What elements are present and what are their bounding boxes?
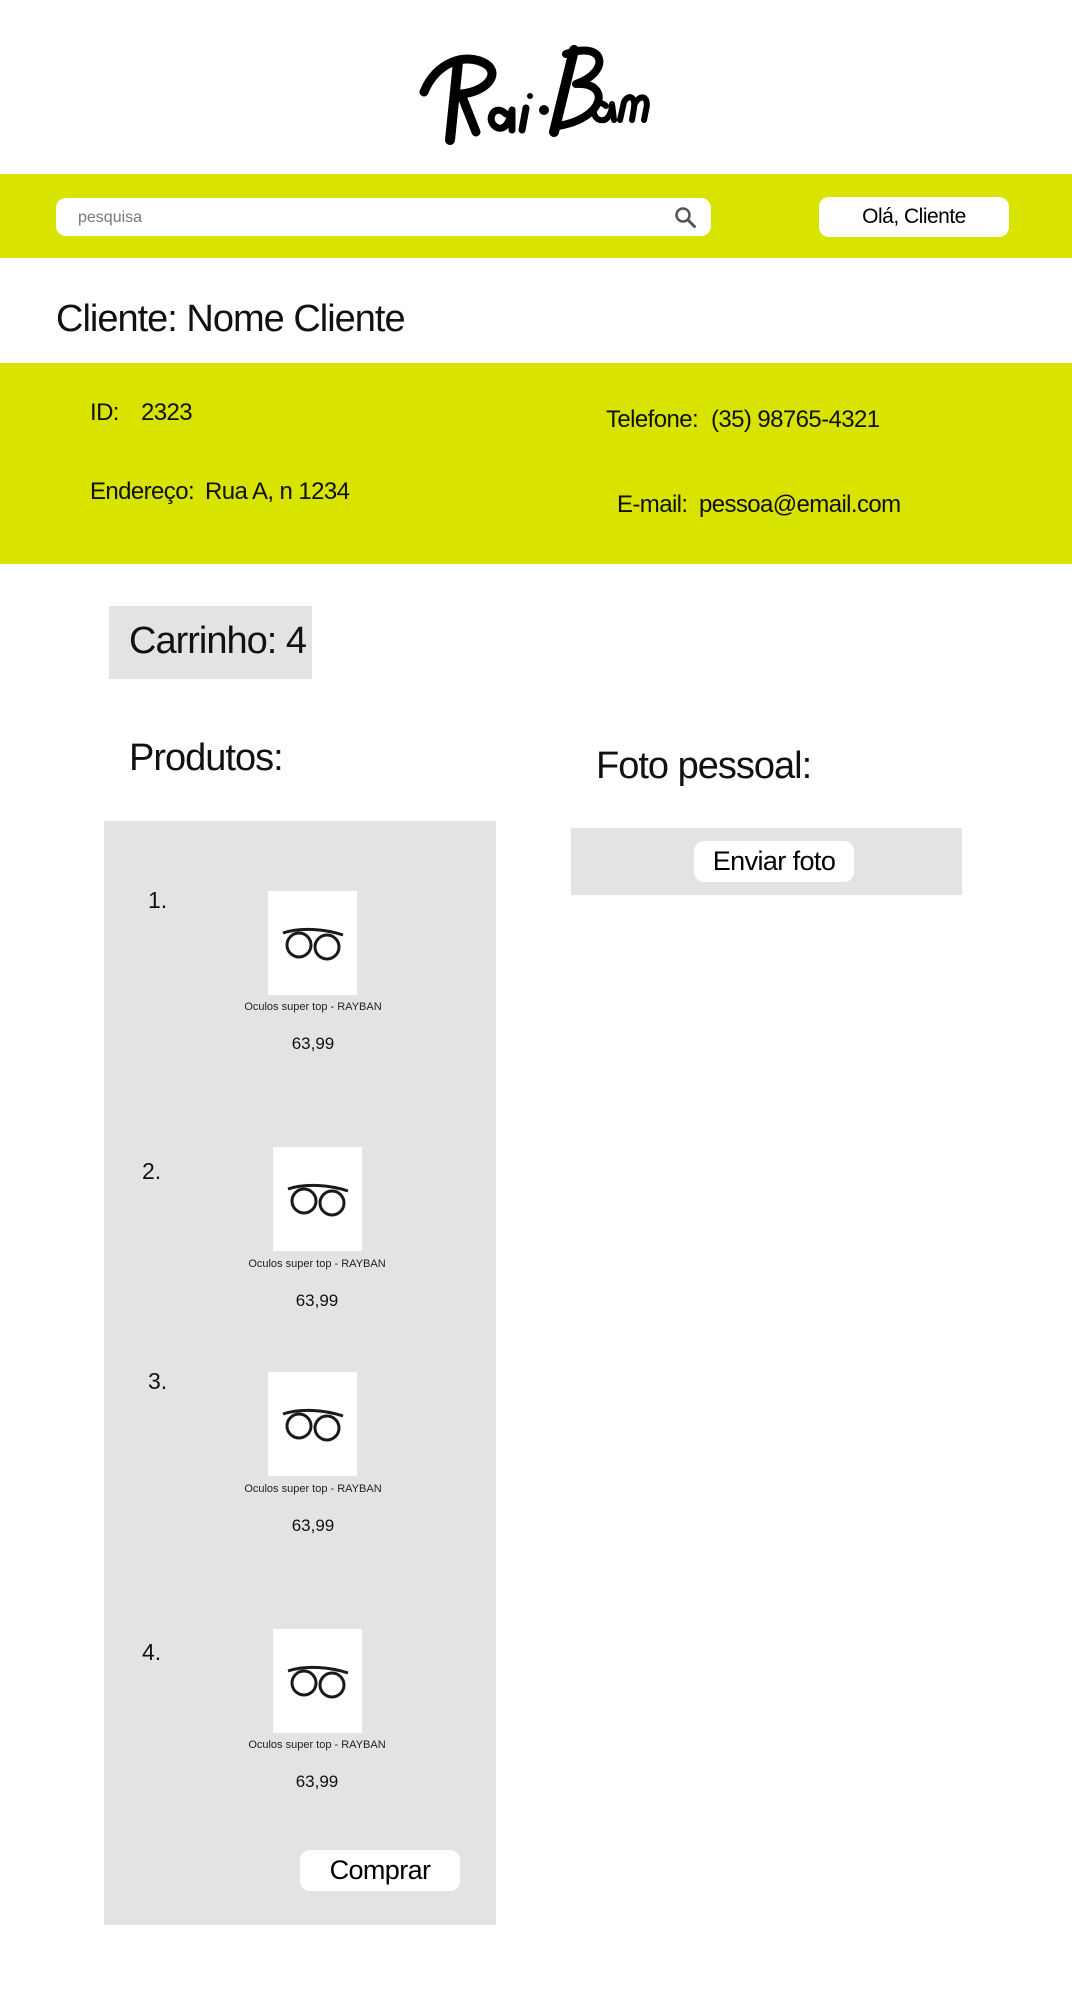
- glasses-icon: [282, 1408, 343, 1442]
- phone-value: (35) 98765-4321: [711, 406, 880, 433]
- item-number: 4.: [142, 1639, 162, 1665]
- send-photo-button[interactable]: Enviar foto: [694, 841, 854, 882]
- product-image[interactable]: [273, 1147, 362, 1251]
- search-icon[interactable]: [673, 205, 697, 229]
- client-info-panel: [0, 363, 1072, 564]
- id-label: ID:: [90, 399, 119, 426]
- id-value: 2323: [141, 399, 193, 426]
- item-number: 1.: [148, 887, 168, 913]
- cart-count-label: Carrinho: 4: [129, 620, 307, 662]
- client-title: Cliente: Nome Cliente: [56, 298, 406, 340]
- address-value: Rua A, n 1234: [205, 478, 350, 505]
- greeting-button[interactable]: Olá, Cliente: [819, 197, 1009, 237]
- email-value: pessoa@email.com: [699, 491, 901, 518]
- rai-bam-logo-icon: [419, 45, 650, 145]
- phone-label: Telefone:: [606, 406, 699, 433]
- item-number: 3.: [148, 1368, 168, 1394]
- glasses-icon: [287, 1665, 348, 1699]
- product-name: Oculos super top - RAYBAN: [244, 1001, 382, 1013]
- product-price: 63,99: [291, 1516, 335, 1535]
- photo-title: Foto pessoal:: [596, 745, 812, 787]
- buy-button[interactable]: Comprar: [300, 1850, 460, 1891]
- email-label: E-mail:: [617, 491, 688, 518]
- address-label: Endereço:: [90, 478, 195, 505]
- item-number: 2.: [142, 1158, 162, 1184]
- product-name: Oculos super top - RAYBAN: [248, 1258, 386, 1270]
- product-image[interactable]: [273, 1629, 362, 1733]
- search-bar: [56, 198, 711, 238]
- products-title: Produtos:: [129, 737, 284, 779]
- product-price: 63,99: [291, 1034, 335, 1053]
- product-price: 63,99: [295, 1291, 339, 1310]
- product-name: Oculos super top - RAYBAN: [248, 1739, 386, 1751]
- product-image[interactable]: [268, 1372, 357, 1476]
- product-image[interactable]: [268, 891, 357, 995]
- product-price: 63,99: [295, 1772, 339, 1791]
- glasses-icon: [287, 1183, 348, 1217]
- product-name: Oculos super top - RAYBAN: [244, 1483, 382, 1495]
- search-input[interactable]: [76, 198, 660, 238]
- glasses-icon: [282, 927, 343, 961]
- brand-logo[interactable]: [0, 0, 1072, 174]
